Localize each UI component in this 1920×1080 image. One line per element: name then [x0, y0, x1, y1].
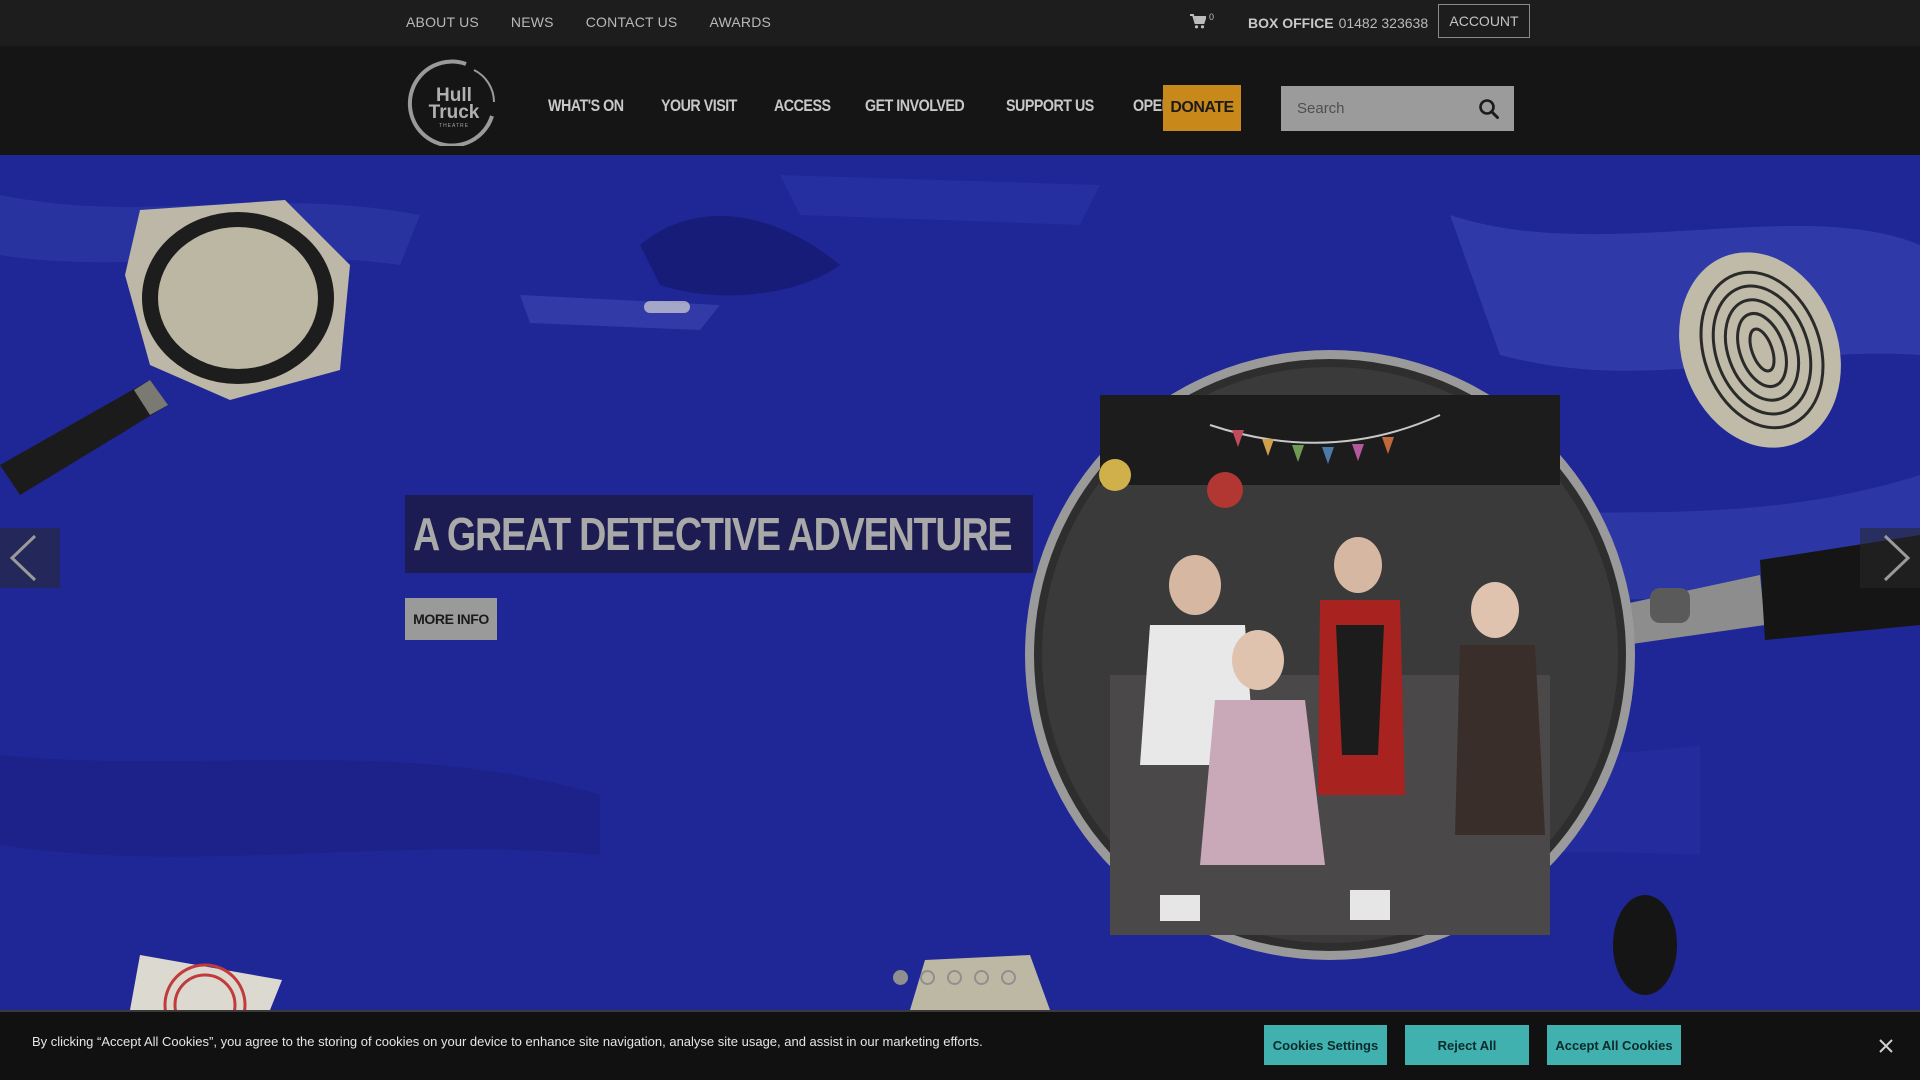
- nav-whats-on[interactable]: WHAT'S ON: [548, 96, 624, 116]
- chevron-right-icon: [1883, 534, 1911, 582]
- util-link-awards[interactable]: AWARDS: [709, 14, 771, 30]
- hero-title-box: A GREAT DETECTIVE ADVENTURE: [405, 495, 1033, 573]
- util-link-news[interactable]: NEWS: [511, 14, 554, 30]
- accept-all-cookies-button[interactable]: Accept All Cookies: [1547, 1025, 1681, 1065]
- nav-support-us[interactable]: SUPPORT US: [1006, 96, 1094, 116]
- search-input[interactable]: [1281, 86, 1471, 131]
- carousel-next-button[interactable]: [1860, 528, 1920, 588]
- utility-nav: ABOUT US NEWS CONTACT US AWARDS: [406, 14, 771, 30]
- carousel-dots: [893, 970, 1016, 985]
- nav-your-visit[interactable]: YOUR VISIT: [661, 96, 737, 116]
- hero-carousel: A GREAT DETECTIVE ADVENTURE MORE INFO: [0, 155, 1920, 1010]
- logo-text-theatre: THEATRE: [439, 123, 469, 129]
- nav-access[interactable]: ACCESS: [774, 96, 831, 116]
- chevron-left-icon: [9, 534, 37, 582]
- lens-photo: [1025, 350, 1635, 960]
- search-icon[interactable]: [1478, 98, 1500, 120]
- cart-icon: [1190, 14, 1206, 29]
- site-header: Hull Truck THEATRE WHAT'S ON YOUR VISIT …: [0, 46, 1920, 155]
- main-nav: WHAT'S ON YOUR VISIT ACCESS GET INVOLVED…: [548, 96, 1239, 116]
- carousel-dot-1[interactable]: [893, 970, 908, 985]
- cookie-banner: By clicking “Accept All Cookies”, you ag…: [0, 1010, 1920, 1080]
- logo-text-truck: Truck: [429, 102, 480, 123]
- carousel-dot-5[interactable]: [1001, 970, 1016, 985]
- more-info-button[interactable]: MORE INFO: [405, 598, 497, 640]
- account-button[interactable]: ACCOUNT: [1438, 4, 1530, 38]
- close-icon: [1879, 1039, 1893, 1053]
- cart-count: 0: [1209, 12, 1215, 22]
- donate-button[interactable]: DONATE: [1163, 85, 1241, 131]
- carousel-prev-button[interactable]: [0, 528, 60, 588]
- util-link-about-us[interactable]: ABOUT US: [406, 14, 479, 30]
- carousel-dot-3[interactable]: [947, 970, 962, 985]
- reject-all-button[interactable]: Reject All: [1405, 1025, 1529, 1065]
- carousel-dot-2[interactable]: [920, 970, 935, 985]
- util-link-contact-us[interactable]: CONTACT US: [586, 14, 678, 30]
- hero-background-image: [0, 175, 1920, 1010]
- cookie-close-button[interactable]: [1876, 1036, 1896, 1056]
- box-office-label: BOX OFFICE: [1248, 15, 1334, 31]
- box-office-phone[interactable]: 01482 323638: [1339, 15, 1429, 31]
- box-office: BOX OFFICE 01482 323638: [1248, 15, 1428, 31]
- cookies-settings-button[interactable]: Cookies Settings: [1264, 1025, 1387, 1065]
- hero-title: A GREAT DETECTIVE ADVENTURE: [413, 508, 1013, 560]
- search-box: [1281, 86, 1514, 131]
- cart-link[interactable]: 0: [1190, 12, 1215, 29]
- nav-get-involved[interactable]: GET INVOLVED: [865, 96, 965, 116]
- carousel-dot-4[interactable]: [974, 970, 989, 985]
- cookie-banner-text: By clicking “Accept All Cookies”, you ag…: [32, 1034, 983, 1049]
- utility-bar: ABOUT US NEWS CONTACT US AWARDS 0 BOX OF…: [0, 0, 1920, 46]
- hull-truck-logo[interactable]: Hull Truck THEATRE: [404, 58, 500, 146]
